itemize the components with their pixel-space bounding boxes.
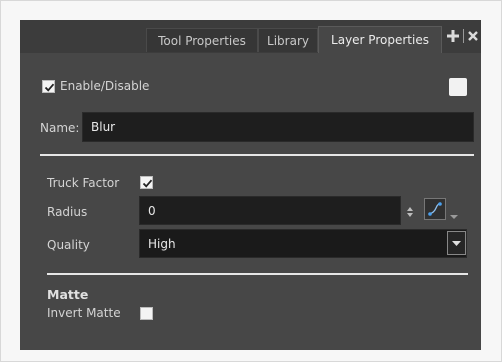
truck-factor-label: Truck Factor <box>47 176 120 190</box>
name-input[interactable]: Blur <box>82 112 474 142</box>
quality-label: Quality <box>47 238 90 252</box>
function-curve-icon <box>428 202 442 216</box>
add-icon[interactable] <box>446 29 460 43</box>
quality-select[interactable]: High <box>139 229 467 258</box>
radius-label: Radius <box>47 205 88 219</box>
tab-library[interactable]: Library <box>258 28 318 52</box>
matte-divider <box>47 273 468 275</box>
close-icon[interactable] <box>466 29 480 43</box>
function-dropdown-icon[interactable] <box>449 206 459 219</box>
section-divider <box>40 154 474 156</box>
toolbar-divider <box>463 29 464 43</box>
properties-content: Enable/Disable Name: Blur Truck Factor R… <box>20 53 481 350</box>
tab-tool-properties[interactable]: Tool Properties <box>146 28 258 52</box>
enable-label: Enable/Disable <box>60 79 150 93</box>
layer-properties-panel: Tool Properties Library Layer Properties… <box>20 20 481 350</box>
invert-matte-checkbox[interactable] <box>140 307 153 320</box>
quality-dropdown-arrow[interactable] <box>447 231 466 255</box>
tab-bar: Tool Properties Library Layer Properties <box>20 20 481 53</box>
name-label: Name: <box>40 121 80 135</box>
radius-spinner-icon[interactable] <box>406 204 414 218</box>
layer-color-swatch[interactable] <box>449 78 467 96</box>
function-curve-button[interactable] <box>424 198 446 220</box>
tab-layer-properties[interactable]: Layer Properties <box>318 26 442 53</box>
radius-input[interactable]: 0 <box>139 196 401 225</box>
truck-factor-checkbox[interactable] <box>140 176 153 189</box>
invert-matte-label: Invert Matte <box>47 306 121 320</box>
enable-checkbox[interactable] <box>42 80 55 93</box>
matte-heading: Matte <box>47 287 89 302</box>
